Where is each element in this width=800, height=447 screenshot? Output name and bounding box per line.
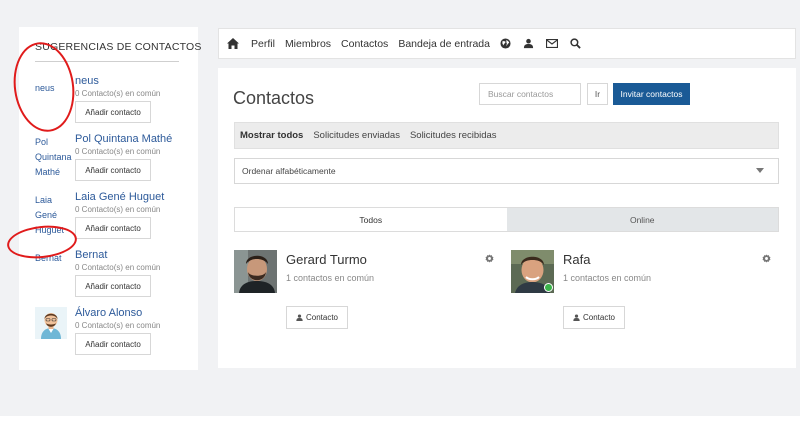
go-button[interactable]: Ir — [587, 83, 608, 105]
common-contacts: 1 contactos en común — [286, 273, 375, 283]
avatar[interactable] — [35, 307, 67, 339]
avatar[interactable] — [234, 250, 277, 293]
page-title: Contactos — [233, 88, 315, 108]
gear-icon[interactable] — [485, 250, 494, 268]
common-contacts: 0 Contacto(s) en común — [75, 321, 161, 330]
avatar-alt-text[interactable]: Pol Quintana Mathé — [35, 135, 75, 180]
search-contacts-input[interactable] — [479, 83, 581, 105]
contact-button[interactable]: Contacto — [563, 306, 625, 329]
common-contacts: 0 Contacto(s) en común — [75, 147, 161, 156]
add-contact-button[interactable]: Añadir contacto — [75, 333, 151, 355]
common-contacts: 0 Contacto(s) en común — [75, 263, 161, 272]
contact-button-label: Contacto — [305, 313, 339, 322]
sort-selected-value: Ordenar alfabéticamente — [242, 166, 336, 176]
page-footer-area — [0, 416, 800, 447]
tab-sent-requests[interactable]: Solicitudes enviadas — [313, 130, 400, 141]
online-status-indicator — [544, 283, 553, 292]
invite-contacts-button[interactable]: Invitar contactos — [613, 83, 690, 105]
globe-icon[interactable] — [500, 38, 511, 49]
contact-button[interactable]: Contacto — [286, 306, 348, 329]
add-contact-button[interactable]: Añadir contacto — [75, 275, 151, 297]
contact-name[interactable]: Gerard Turmo — [286, 252, 367, 267]
all-online-toggle: Todos Online — [234, 207, 779, 232]
profile-navbar: Perfil Miembros Contactos Bandeja de ent… — [218, 28, 796, 59]
gear-icon[interactable] — [762, 250, 771, 268]
toggle-all[interactable]: Todos — [235, 208, 507, 231]
nav-perfil[interactable]: Perfil — [251, 29, 275, 58]
common-contacts: 0 Contacto(s) en común — [75, 89, 161, 98]
user-icon — [573, 314, 580, 321]
suggestion-name[interactable]: Pol Quintana Mathé — [75, 133, 172, 145]
contact-name[interactable]: Rafa — [563, 252, 590, 267]
search-icon[interactable] — [570, 38, 581, 49]
suggestion-name[interactable]: neus — [75, 75, 99, 87]
add-contact-button[interactable]: Añadir contacto — [75, 101, 151, 123]
nav-bandeja[interactable]: Bandeja de entrada — [398, 29, 490, 58]
contact-button-label: Contacto — [582, 313, 616, 322]
suggestion-name[interactable]: Laia Gené Huguet — [75, 191, 164, 203]
add-contact-button[interactable]: Añadir contacto — [75, 159, 151, 181]
toggle-online[interactable]: Online — [506, 208, 778, 231]
sort-dropdown[interactable]: Ordenar alfabéticamente — [234, 158, 779, 184]
nav-contactos[interactable]: Contactos — [341, 29, 389, 58]
nav-miembros[interactable]: Miembros — [285, 29, 331, 58]
tab-received-requests[interactable]: Solicitudes recibidas — [410, 130, 497, 141]
add-contact-button[interactable]: Añadir contacto — [75, 217, 151, 239]
user-icon — [296, 314, 303, 321]
suggestion-name[interactable]: Álvaro Alonso — [75, 307, 142, 319]
user-search-icon[interactable] — [523, 38, 534, 49]
home-icon[interactable] — [227, 38, 239, 49]
common-contacts: 1 contactos en común — [563, 273, 652, 283]
contact-card: Gerard Turmo 1 contactos en común Contac… — [234, 250, 494, 330]
common-contacts: 0 Contacto(s) en común — [75, 205, 161, 214]
tab-show-all[interactable]: Mostrar todos — [240, 130, 303, 141]
chevron-down-icon — [756, 168, 764, 173]
contacts-panel: Contactos Ir Invitar contactos Mostrar t… — [218, 68, 796, 368]
suggestion-name[interactable]: Bernat — [75, 249, 107, 261]
envelope-icon[interactable] — [545, 39, 558, 48]
contact-card: Rafa 1 contactos en común Contacto — [511, 250, 771, 330]
contact-filter-tabs: Mostrar todos Solicitudes enviadas Solic… — [234, 122, 779, 149]
